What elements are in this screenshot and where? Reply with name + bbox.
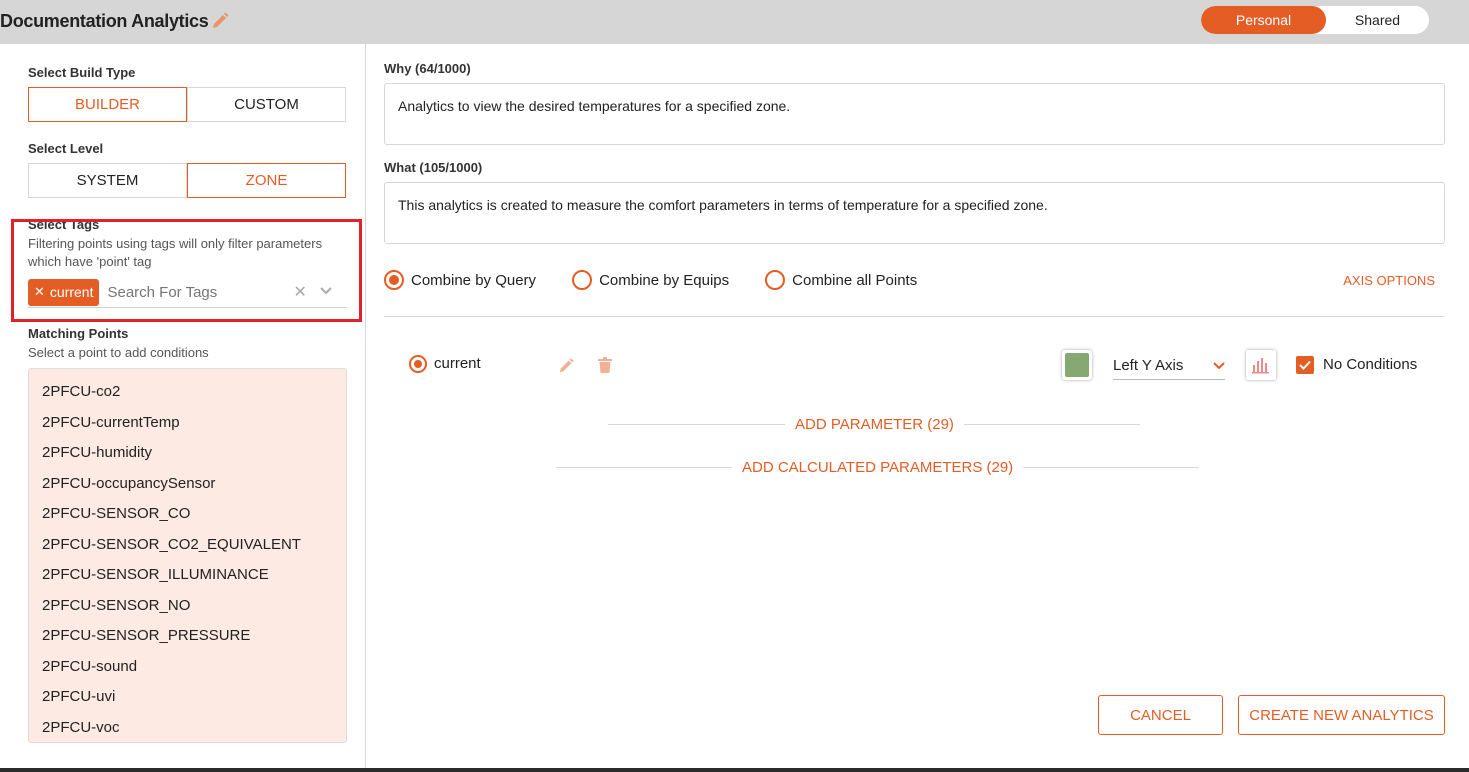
list-item[interactable]: 2PFCU-occupancySensor	[29, 469, 346, 500]
list-item[interactable]: 2PFCU-SENSOR_CO2_EQUIVALENT	[29, 530, 346, 561]
radio-unselected-icon	[765, 270, 786, 290]
parameter-row: current Left Y Axis No Conditions	[366, 350, 1469, 380]
combine-option-label: Combine by Equips	[599, 271, 730, 289]
what-label: What (105/1000)	[384, 160, 483, 175]
level-zone[interactable]: ZONE	[187, 163, 346, 198]
color-swatch-fill	[1065, 353, 1089, 377]
chevron-down-icon[interactable]	[319, 283, 333, 301]
parameter-radio[interactable]	[409, 355, 427, 373]
add-calculated-row: ADD CALCULATED PARAMETERS (29)	[556, 459, 1200, 476]
matching-points-help: Select a point to add conditions	[28, 345, 209, 360]
matching-points-list: 2PFCU-co2 2PFCU-currentTemp 2PFCU-humidi…	[28, 368, 347, 743]
radio-selected-icon	[384, 270, 404, 290]
list-item[interactable]: 2PFCU-SENSOR_CO	[29, 499, 346, 530]
why-label: Why (64/1000)	[384, 61, 471, 76]
add-parameter-row: ADD PARAMETER (29)	[608, 416, 1140, 433]
tag-selector: ✕ current ✕	[28, 277, 347, 308]
combine-option-label: Combine by Query	[411, 271, 537, 289]
level-selector: SYSTEM ZONE	[28, 163, 347, 198]
build-type-label: Select Build Type	[28, 65, 136, 80]
toggle-shared[interactable]: Shared	[1326, 6, 1429, 34]
list-item[interactable]: 2PFCU-SENSOR_NO	[29, 591, 346, 622]
axis-options-link[interactable]: AXIS OPTIONS	[1343, 273, 1435, 288]
bottom-bar	[0, 768, 1469, 772]
trash-icon[interactable]	[598, 357, 612, 378]
combine-by-query-radio[interactable]: Combine by Query	[384, 270, 536, 290]
axis-select[interactable]: Left Y Axis	[1113, 352, 1225, 380]
why-field[interactable]: Analytics to view the desired temperatur…	[384, 83, 1445, 145]
level-label: Select Level	[28, 141, 104, 156]
tag-search-input[interactable]	[107, 283, 286, 301]
divider	[608, 424, 785, 425]
add-parameter-link[interactable]: ADD PARAMETER (29)	[785, 416, 964, 433]
combine-all-points-radio[interactable]: Combine all Points	[765, 270, 917, 290]
radio-unselected-icon	[572, 270, 593, 290]
list-item[interactable]: 2PFCU-sound	[29, 652, 346, 683]
build-type-custom[interactable]: CUSTOM	[187, 87, 346, 122]
list-item[interactable]: 2PFCU-SENSOR_PRESSURE	[29, 621, 346, 652]
page-title: Documentation Analytics	[0, 10, 209, 31]
visibility-toggle: Personal Shared	[1201, 6, 1429, 34]
right-panel: Why (64/1000) Analytics to view the desi…	[366, 44, 1469, 772]
parameter-color-picker[interactable]	[1062, 350, 1092, 380]
checkmark-icon	[1299, 360, 1311, 370]
matching-points-label: Matching Points	[28, 326, 129, 341]
list-item[interactable]: 2PFCU-uvi	[29, 682, 346, 713]
list-item[interactable]: 2PFCU-co2	[29, 377, 346, 408]
what-field[interactable]: This analytics is created to measure the…	[384, 182, 1445, 244]
parameter-name: current	[434, 355, 481, 372]
combine-by-equips-radio[interactable]: Combine by Equips	[572, 270, 729, 290]
header-bar: Documentation Analytics Personal Shared	[0, 0, 1469, 44]
build-type-builder[interactable]: BUILDER	[28, 87, 187, 122]
clear-tags-icon[interactable]: ✕	[293, 282, 306, 302]
divider	[384, 316, 1445, 317]
list-item[interactable]: 2PFCU-currentTemp	[29, 408, 346, 439]
list-item[interactable]: 2PFCU-voc	[29, 713, 346, 743]
divider	[963, 424, 1140, 425]
edit-title-icon[interactable]	[210, 11, 230, 36]
level-system[interactable]: SYSTEM	[28, 163, 187, 198]
combine-options: Combine by Query Combine by Equips Combi…	[384, 270, 953, 290]
list-item[interactable]: 2PFCU-SENSOR_ILLUMINANCE	[29, 560, 346, 591]
chevron-down-icon	[1213, 361, 1225, 369]
no-conditions-label: No Conditions	[1323, 356, 1418, 373]
bar-chart-icon[interactable]	[1246, 350, 1276, 380]
remove-tag-icon[interactable]: ✕	[34, 284, 45, 300]
radio-selected-icon	[409, 355, 427, 373]
edit-parameter-icon[interactable]	[557, 357, 575, 380]
toggle-personal[interactable]: Personal	[1201, 6, 1326, 34]
add-calculated-parameters-link[interactable]: ADD CALCULATED PARAMETERS (29)	[732, 459, 1023, 476]
combine-option-label: Combine all Points	[792, 271, 918, 289]
axis-select-value: Left Y Axis	[1113, 357, 1184, 374]
build-type-selector: BUILDER CUSTOM	[28, 87, 347, 122]
list-item[interactable]: 2PFCU-humidity	[29, 438, 346, 469]
no-conditions-checkbox[interactable]	[1296, 356, 1314, 374]
divider	[1023, 467, 1200, 468]
tag-chip-label: current	[49, 284, 94, 300]
tag-chip[interactable]: ✕ current	[28, 278, 100, 306]
cancel-button[interactable]: CANCEL	[1098, 695, 1223, 735]
create-analytics-button[interactable]: CREATE NEW ANALYTICS	[1238, 695, 1445, 735]
title-area: Documentation Analytics	[0, 9, 230, 33]
divider	[556, 467, 732, 468]
